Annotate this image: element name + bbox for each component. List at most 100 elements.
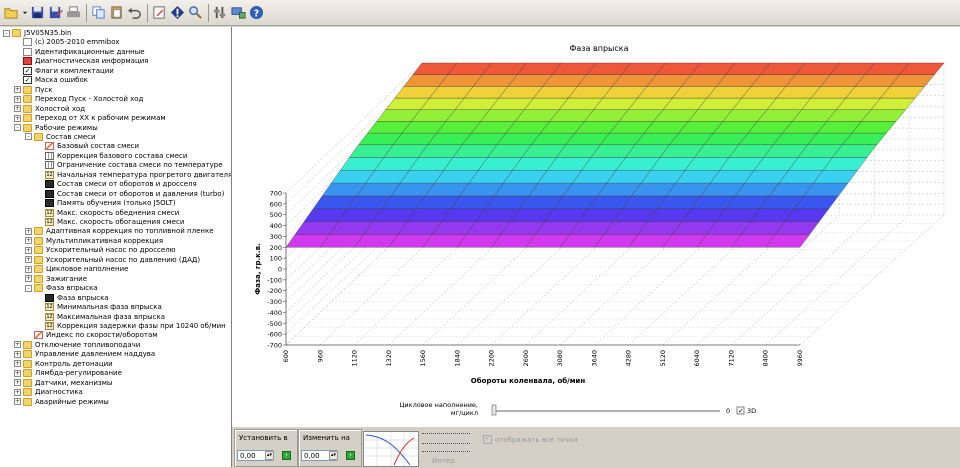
folder-icon <box>34 265 43 274</box>
z-tick-label: 500 <box>270 211 282 219</box>
x-tick-label: 8400 <box>762 350 770 367</box>
collapse-icon[interactable]: - <box>25 284 32 292</box>
expand-icon[interactable]: + <box>14 360 21 368</box>
collapse-icon[interactable]: - <box>3 29 10 37</box>
z-tick-label: -400 <box>267 309 282 317</box>
folder-icon <box>23 123 32 132</box>
expand-icon[interactable]: + <box>25 227 32 235</box>
slider-label-unit: мг/цикл <box>451 409 478 417</box>
x-tick-label: 6040 <box>693 350 701 367</box>
curve-preview <box>363 431 419 467</box>
tree-item-label: Аварийные режимы <box>35 397 109 406</box>
folder-icon <box>34 132 43 141</box>
folder-icon <box>34 284 43 293</box>
expand-icon[interactable]: + <box>25 265 32 273</box>
folder-icon <box>34 246 43 255</box>
folder-icon <box>23 104 32 113</box>
folder-icon <box>23 114 32 123</box>
collapse-icon[interactable]: - <box>14 124 21 131</box>
z-tick-label: 200 <box>270 244 282 252</box>
edit-icon[interactable] <box>151 4 168 21</box>
bottom-controls: Установить в 0,00 ▴▾ › Изменить на 0,00 … <box>232 427 960 467</box>
surface-chart: Фаза впрыска 700 600 500 400 300 200 100 0 -100 -2… <box>254 44 945 417</box>
collapse-icon[interactable]: - <box>25 133 32 141</box>
x-tick-label: 2600 <box>522 350 530 367</box>
chart-title: Фаза впрыска <box>570 44 629 53</box>
x-tick-label: 1560 <box>419 350 427 367</box>
x-tick-label: 960 <box>316 350 324 362</box>
change-value-group: Изменить на 0,00 ▴▾ › <box>298 429 362 467</box>
map-icon <box>45 199 54 208</box>
expand-icon[interactable]: + <box>14 105 21 113</box>
map-tree-panel: - J5V05N35.bin (c) 2005-2010 emmibox Иденти… <box>0 27 232 467</box>
x-tick-label: 5120 <box>659 350 667 367</box>
folder-icon <box>34 255 43 264</box>
show-all-points-checkbox[interactable]: ✓ отображать все точки <box>483 435 578 444</box>
expand-icon[interactable]: + <box>25 256 32 264</box>
search-icon[interactable] <box>187 4 204 21</box>
expand-icon[interactable]: + <box>14 95 21 103</box>
floor-gridline <box>799 214 945 346</box>
tree-item[interactable]: + Аварийные режимы <box>14 397 109 407</box>
undo-icon[interactable] <box>126 4 143 21</box>
connect-icon[interactable] <box>230 4 247 21</box>
map-icon <box>45 293 54 302</box>
pencil-icon <box>34 331 43 340</box>
interpolation-sliders[interactable]: Интер. <box>422 431 472 465</box>
folder-icon <box>23 369 32 378</box>
expand-icon[interactable]: + <box>14 398 21 406</box>
set-apply-button[interactable]: › <box>282 451 291 460</box>
expand-icon[interactable]: + <box>14 86 21 94</box>
file-icon <box>23 47 32 56</box>
folder-icon <box>34 227 43 236</box>
set-spin-button[interactable]: ▴▾ <box>265 451 274 460</box>
chart-pane: Фаза впрыска 700 600 500 400 300 200 100 0 -100 -2… <box>232 27 960 427</box>
x-tick-label: 3080 <box>556 350 564 367</box>
main-toolbar: ? <box>0 0 960 26</box>
expand-icon[interactable]: + <box>25 237 32 245</box>
help-icon[interactable]: ? <box>248 4 265 21</box>
grid-icon <box>45 151 54 160</box>
folder-icon <box>23 388 32 397</box>
folder-icon <box>23 95 32 104</box>
expand-icon[interactable]: + <box>14 379 21 387</box>
folder-icon <box>34 236 43 245</box>
chip-icon <box>23 57 32 66</box>
curve-preview-graph <box>364 432 418 466</box>
expand-icon[interactable]: + <box>14 350 21 358</box>
expand-icon[interactable]: + <box>14 388 21 396</box>
change-apply-button[interactable]: › <box>346 451 355 460</box>
set-value-group: Установить в 0,00 ▴▾ › <box>234 429 298 467</box>
expand-icon[interactable]: + <box>14 341 21 349</box>
check-icon: ✓ <box>23 66 32 75</box>
z-tick-label: 300 <box>270 233 282 241</box>
slider-label: Цикловое наполнение, <box>399 401 478 409</box>
open-icon[interactable] <box>3 4 20 21</box>
expand-icon[interactable]: + <box>14 369 21 377</box>
dropdown-arrow-icon[interactable] <box>21 4 28 21</box>
z-tick-label: -700 <box>267 342 282 350</box>
print-icon[interactable] <box>65 4 82 21</box>
copy-icon[interactable] <box>90 4 107 21</box>
num-icon: 12 <box>45 208 54 217</box>
interp-label: Интер. <box>432 457 457 465</box>
change-label: Изменить на <box>303 434 350 442</box>
slider-thumb[interactable] <box>491 404 497 416</box>
save-as-icon[interactable] <box>47 4 64 21</box>
paste-icon[interactable] <box>108 4 125 21</box>
change-spin-button[interactable]: ▴▾ <box>329 451 338 460</box>
expand-icon[interactable]: + <box>25 275 32 283</box>
set-label: Установить в <box>239 434 288 442</box>
settings-icon[interactable] <box>212 4 229 21</box>
warning-icon[interactable] <box>169 4 186 21</box>
expand-icon[interactable]: + <box>25 246 32 254</box>
show-all-points-label: отображать все точки <box>495 435 578 444</box>
expand-icon[interactable]: + <box>14 114 21 122</box>
slider-value: 0 <box>726 407 730 415</box>
z-tick-label: -500 <box>267 320 282 328</box>
z-tick-label: -200 <box>267 287 282 295</box>
x-tick-label: 1120 <box>351 350 359 367</box>
x-tick-label: 4280 <box>625 350 633 367</box>
x-tick-label: 7120 <box>727 350 735 367</box>
save-icon[interactable] <box>29 4 46 21</box>
